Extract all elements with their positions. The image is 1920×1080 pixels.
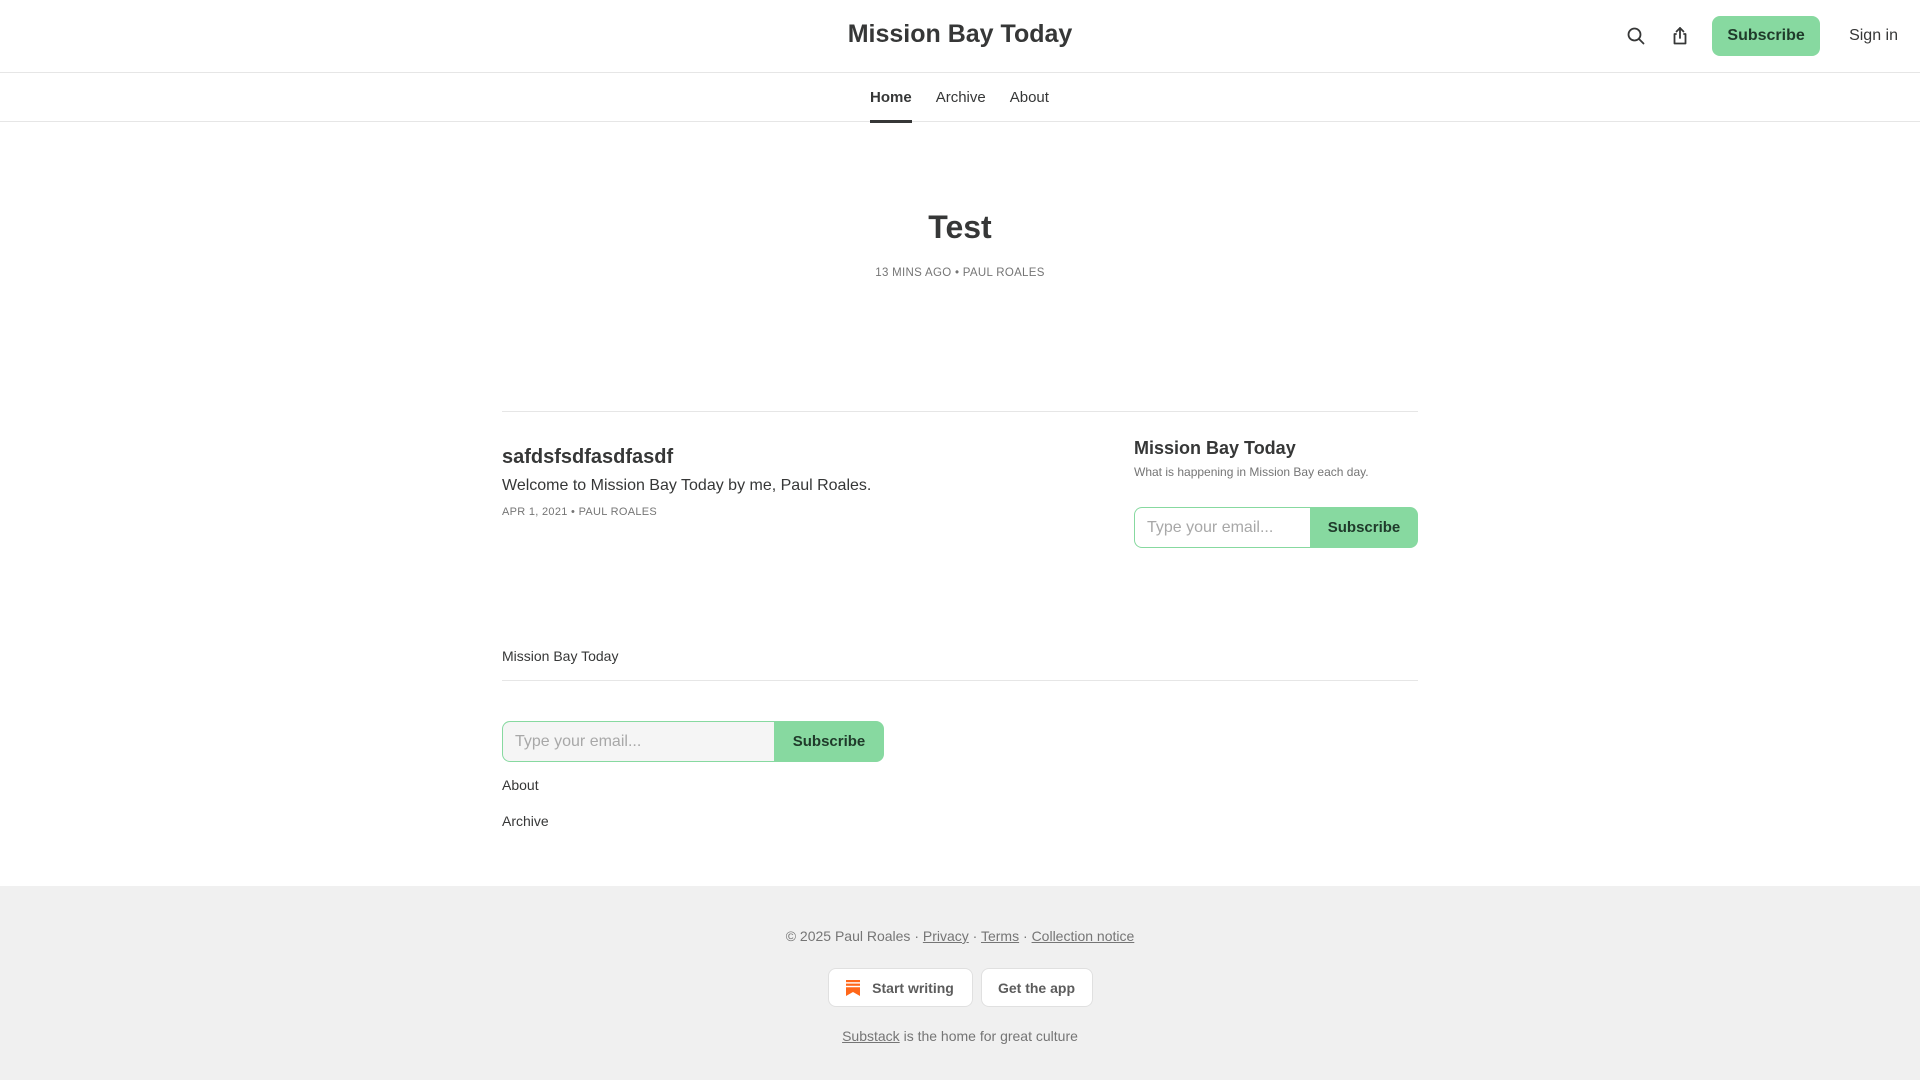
tagline-text: is the home for great culture	[903, 1028, 1078, 1044]
tab-home[interactable]: Home	[870, 73, 912, 123]
header-actions: Subscribe Sign in	[1616, 16, 1902, 56]
post-subtitle[interactable]: Welcome to Mission Bay Today by me, Paul…	[502, 477, 871, 495]
section-divider	[502, 411, 1418, 412]
meta-separator: •	[571, 506, 576, 518]
substack-logo-icon	[846, 979, 861, 996]
tab-archive[interactable]: Archive	[936, 73, 986, 122]
hero-post-time: 13 MINS AGO	[875, 267, 952, 279]
privacy-link[interactable]: Privacy	[923, 928, 969, 944]
start-writing-button[interactable]: Start writing	[827, 968, 973, 1007]
share-icon	[1673, 27, 1687, 45]
site-header: Mission Bay Today Subscribe Sign in	[0, 0, 1920, 73]
sidebar-title: Mission Bay Today	[1134, 438, 1296, 458]
legal-separator: ·	[972, 928, 978, 944]
search-button[interactable]	[1616, 16, 1656, 56]
footer-buttons: Start writing Get the app	[0, 968, 1920, 1007]
footer-subscribe-button[interactable]: Subscribe	[774, 721, 884, 762]
copyright-text: © 2025 Paul Roales ·	[785, 928, 919, 944]
hero-post-title[interactable]: Test	[0, 209, 1920, 246]
footer-publication-name[interactable]: Mission Bay Today	[502, 648, 618, 664]
hero-post-author[interactable]: PAUL ROALES	[963, 267, 1045, 279]
legal-separator: ·	[1023, 928, 1028, 944]
share-button[interactable]	[1660, 16, 1700, 56]
post-title[interactable]: safdsfsdfasdfasdf	[502, 446, 673, 469]
terms-link[interactable]: Terms	[981, 928, 1019, 944]
tab-about[interactable]: About	[1010, 73, 1049, 122]
copyright-line: © 2025 Paul Roales · Privacy · Terms · C…	[0, 928, 1920, 944]
platform-footer: © 2025 Paul Roales · Privacy · Terms · C…	[0, 886, 1920, 1080]
get-app-button[interactable]: Get the app	[980, 968, 1093, 1007]
nav-bar: Home Archive About	[0, 73, 1920, 123]
footer-subscribe-form: Subscribe	[502, 721, 884, 762]
substack-link[interactable]: Substack	[842, 1028, 900, 1044]
post-date: APR 1, 2021	[502, 506, 568, 518]
post-meta: APR 1, 2021 • PAUL ROALES	[502, 506, 657, 518]
meta-separator: •	[954, 267, 960, 279]
sidebar-email-input[interactable]	[1134, 507, 1310, 548]
collection-notice-link[interactable]: Collection notice	[1032, 928, 1135, 944]
footer-email-input[interactable]	[502, 721, 774, 762]
search-icon	[1627, 27, 1645, 45]
footer-link-archive[interactable]: Archive	[502, 813, 549, 829]
hero-post-meta: 13 MINS AGO • PAUL ROALES	[0, 267, 1920, 279]
nav-tabs: Home Archive About	[870, 73, 1073, 123]
substack-tagline: Substack is the home for great culture	[0, 1028, 1920, 1044]
footer-divider	[502, 680, 1418, 681]
sidebar-description: What is happening in Mission Bay each da…	[1134, 465, 1369, 479]
sidebar-subscribe-form: Subscribe	[1134, 507, 1418, 548]
sign-in-link[interactable]: Sign in	[1845, 27, 1902, 45]
header-subscribe-button[interactable]: Subscribe	[1712, 16, 1821, 56]
post-author[interactable]: PAUL ROALES	[579, 506, 658, 518]
footer-link-about[interactable]: About	[502, 777, 539, 793]
sidebar-subscribe-button[interactable]: Subscribe	[1310, 507, 1418, 548]
start-writing-label: Start writing	[872, 979, 954, 996]
